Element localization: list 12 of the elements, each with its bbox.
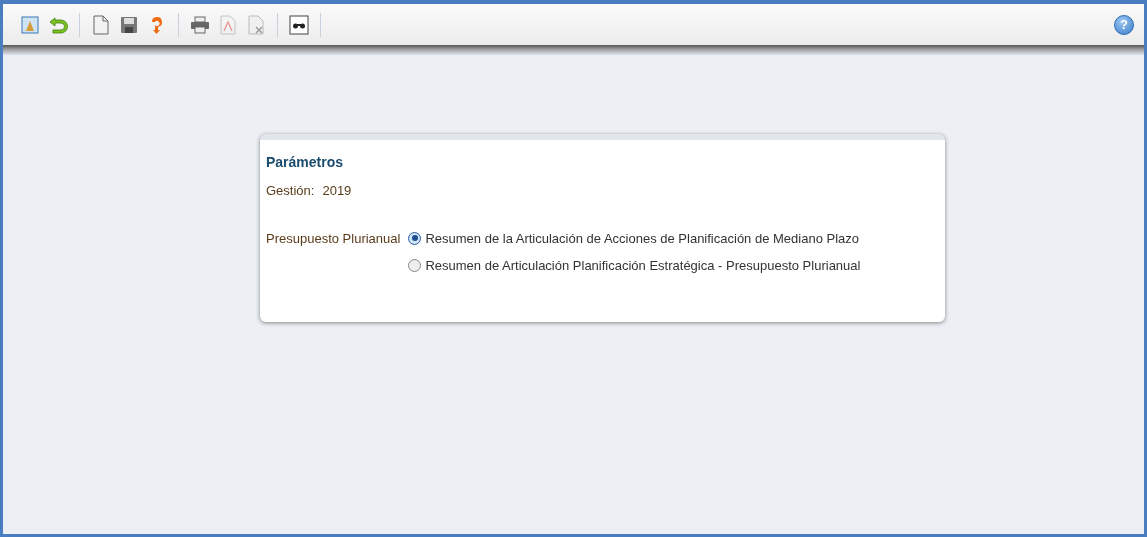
radio-button[interactable] [408, 231, 422, 245]
field-label: Gestión: [266, 182, 315, 200]
field-label: Presupuesto Plurianual [266, 229, 401, 248]
panel-title: Parámetros [266, 153, 345, 172]
printer-icon[interactable] [189, 13, 211, 36]
option-label[interactable]: Resumen de la Articulación de Acciones de Planificación de Mediano Plazo [425, 228, 860, 248]
binoculars-icon[interactable] [288, 13, 310, 36]
picture-icon[interactable] [19, 13, 41, 36]
document-icon[interactable] [90, 13, 112, 36]
field-value: 2019 [322, 182, 352, 200]
radio-button[interactable] [408, 259, 422, 273]
option-label[interactable]: Resumen de Articulación Planificación Estratégica - Presupuesto Plurianual [425, 256, 861, 276]
